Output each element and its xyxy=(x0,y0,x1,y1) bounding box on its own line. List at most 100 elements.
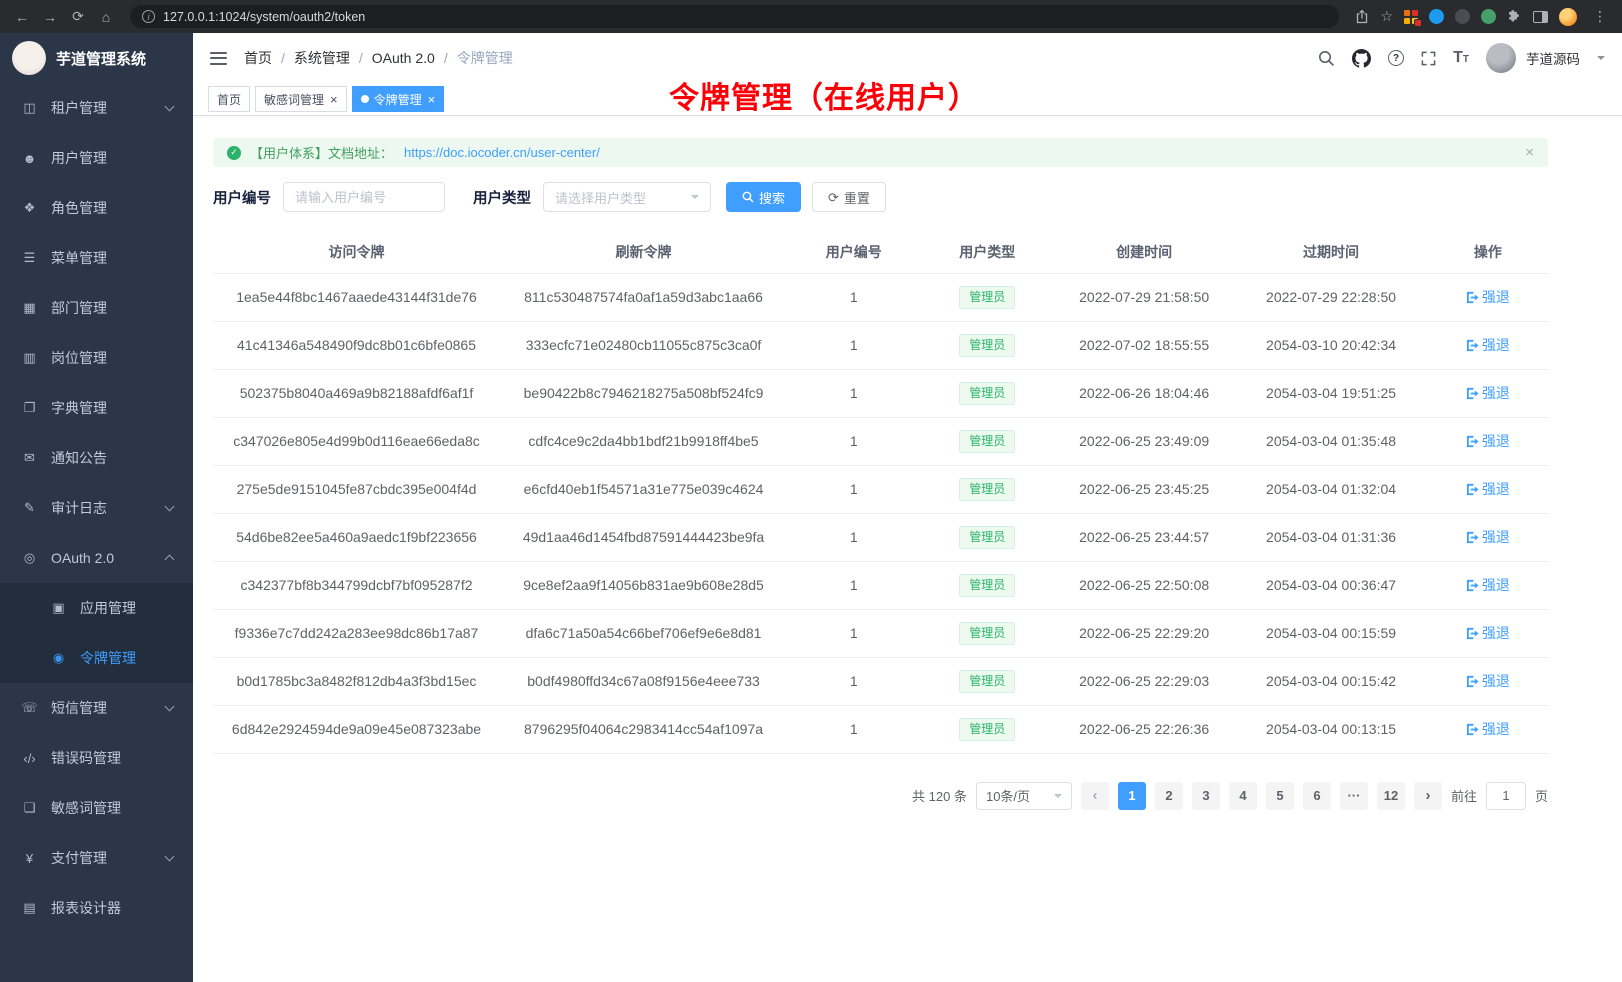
sidebar-item-menu[interactable]: ☰ 菜单管理 xyxy=(0,233,193,283)
user-id-input[interactable] xyxy=(283,182,445,212)
github-icon[interactable] xyxy=(1352,49,1371,68)
page-button-12[interactable]: 12 xyxy=(1377,782,1405,810)
extension-grid-icon[interactable] xyxy=(1404,10,1418,24)
breadcrumb-item[interactable]: 系统管理 xyxy=(294,48,350,68)
bookmark-star-icon[interactable]: ☆ xyxy=(1380,8,1393,25)
active-tab-dot-icon xyxy=(361,95,369,103)
tab-close-icon[interactable]: × xyxy=(330,93,338,106)
forward-button[interactable]: → xyxy=(38,5,62,29)
sidebar-item-sms[interactable]: ☏ 短信管理 xyxy=(0,683,193,733)
fullscreen-icon[interactable] xyxy=(1421,51,1436,66)
chevron-down-icon[interactable] xyxy=(1597,56,1605,64)
department-icon: ▦ xyxy=(21,300,38,316)
share-icon[interactable] xyxy=(1355,9,1369,24)
page-button-1[interactable]: 1 xyxy=(1118,782,1146,810)
force-logout-button[interactable]: 强退 xyxy=(1466,623,1510,643)
tab-home[interactable]: 首页 xyxy=(208,86,250,112)
force-logout-button[interactable]: 强退 xyxy=(1466,431,1510,451)
force-logout-icon xyxy=(1466,627,1479,640)
user-icon: ☻ xyxy=(21,151,38,166)
sidebar-item-user[interactable]: ☻ 用户管理 xyxy=(0,133,193,183)
back-button[interactable]: ← xyxy=(10,5,34,29)
reload-button[interactable]: ⟳ xyxy=(66,5,90,29)
oauth-icon: ◎ xyxy=(21,550,38,566)
sidebar-item-dict[interactable]: ❐ 字典管理 xyxy=(0,383,193,433)
page-button-5[interactable]: 5 xyxy=(1266,782,1294,810)
help-icon[interactable]: ? xyxy=(1388,50,1404,66)
sidebar-toggle-icon[interactable] xyxy=(210,52,227,65)
breadcrumb-item[interactable]: OAuth 2.0 xyxy=(372,50,435,66)
sidebar-item-oauth2-token[interactable]: ◉ 令牌管理 xyxy=(0,633,193,683)
access-token-cell: 41c41346a548490f9dc8b01c6bfe0865 xyxy=(213,321,500,369)
error-code-icon: ‹/› xyxy=(21,751,38,766)
font-size-icon[interactable]: TT xyxy=(1453,50,1469,66)
user-avatar[interactable] xyxy=(1486,43,1516,73)
expire-time-cell: 2054-03-04 00:36:47 xyxy=(1234,561,1428,609)
force-logout-button[interactable]: 强退 xyxy=(1466,287,1510,307)
refresh-icon: ⟳ xyxy=(828,191,839,204)
extension-blue-icon[interactable] xyxy=(1429,9,1444,24)
prev-page-button[interactable]: ‹ xyxy=(1081,782,1109,810)
post-icon: ▥ xyxy=(21,350,38,366)
page-button-3[interactable]: 3 xyxy=(1192,782,1220,810)
sidebar-item-pay[interactable]: ¥ 支付管理 xyxy=(0,833,193,883)
access-token-cell: f9336e7c7dd242a283ee98dc86b17a87 xyxy=(213,609,500,657)
breadcrumb-item[interactable]: 首页 xyxy=(244,48,272,68)
force-logout-button[interactable]: 强退 xyxy=(1466,575,1510,595)
sidebar-item-role[interactable]: ❖ 角色管理 xyxy=(0,183,193,233)
site-info-icon[interactable]: i xyxy=(142,10,155,23)
breadcrumb-item[interactable]: 令牌管理 xyxy=(457,48,513,68)
audit-log-icon: ✎ xyxy=(21,500,38,516)
tab-close-icon[interactable]: × xyxy=(428,93,436,106)
alert-close-icon[interactable]: × xyxy=(1525,144,1534,161)
sensitive-word-icon: ❏ xyxy=(21,800,38,816)
next-page-button[interactable]: › xyxy=(1414,782,1442,810)
extension-dark-icon[interactable] xyxy=(1455,9,1470,24)
sidebar-item-dept[interactable]: ▦ 部门管理 xyxy=(0,283,193,333)
home-button[interactable]: ⌂ xyxy=(94,5,118,29)
sidebar-item-report-designer[interactable]: ▤ 报表设计器 xyxy=(0,883,193,933)
force-logout-button[interactable]: 强退 xyxy=(1466,671,1510,691)
chevron-down-icon xyxy=(165,852,175,862)
address-bar[interactable]: i 127.0.0.1:1024/system/oauth2/token xyxy=(130,5,1339,28)
sidebar-item-post[interactable]: ▥ 岗位管理 xyxy=(0,333,193,383)
reset-button[interactable]: ⟳ 重置 xyxy=(812,182,886,212)
sidebar-item-sensitive-word[interactable]: ❏ 敏感词管理 xyxy=(0,783,193,833)
app-logo-bar[interactable]: 芋道管理系统 xyxy=(0,33,193,83)
search-icon[interactable] xyxy=(1318,50,1335,67)
user-id-cell: 1 xyxy=(787,465,921,513)
tab-sensitive-word[interactable]: 敏感词管理 × xyxy=(255,86,347,112)
page-button-6[interactable]: 6 xyxy=(1303,782,1331,810)
goto-page-input[interactable] xyxy=(1486,782,1526,810)
browser-menu-icon[interactable]: ⋮ xyxy=(1588,5,1612,29)
force-logout-icon xyxy=(1466,339,1479,352)
search-button[interactable]: 搜索 xyxy=(726,182,801,212)
sidebar-item-notice[interactable]: ✉ 通知公告 xyxy=(0,433,193,483)
pagination-total: 共 120 条 xyxy=(912,786,967,805)
sidebar-item-tenant[interactable]: ◫ 租户管理 xyxy=(0,83,193,133)
extension-green-icon[interactable] xyxy=(1481,9,1496,24)
created-time-cell: 2022-06-25 23:49:09 xyxy=(1054,417,1234,465)
tab-token[interactable]: 令牌管理 × xyxy=(352,86,445,112)
force-logout-button[interactable]: 强退 xyxy=(1466,335,1510,355)
page-button-4[interactable]: 4 xyxy=(1229,782,1257,810)
page-size-select[interactable]: 10条/页 xyxy=(976,782,1072,810)
force-logout-button[interactable]: 强退 xyxy=(1466,719,1510,739)
force-logout-button[interactable]: 强退 xyxy=(1466,479,1510,499)
sidebar-item-oauth2[interactable]: ◎ OAuth 2.0 xyxy=(0,533,193,583)
force-logout-button[interactable]: 强退 xyxy=(1466,527,1510,547)
force-logout-button[interactable]: 强退 xyxy=(1466,383,1510,403)
sidebar-item-error-code[interactable]: ‹/› 错误码管理 xyxy=(0,733,193,783)
table-header-row: 访问令牌 刷新令牌 用户编号 用户类型 创建时间 过期时间 操作 xyxy=(213,232,1548,273)
user-type-select[interactable]: 请选择用户类型 xyxy=(543,182,711,212)
extensions-puzzle-icon[interactable] xyxy=(1507,9,1522,24)
goto-suffix: 页 xyxy=(1535,786,1548,805)
side-panel-icon[interactable] xyxy=(1533,11,1548,23)
sidebar-item-oauth2-app[interactable]: ▣ 应用管理 xyxy=(0,583,193,633)
browser-profile-avatar[interactable] xyxy=(1559,8,1577,26)
sidebar-item-audit-log[interactable]: ✎ 审计日志 xyxy=(0,483,193,533)
user-id-cell: 1 xyxy=(787,561,921,609)
doc-link[interactable]: https://doc.iocoder.cn/user-center/ xyxy=(404,145,600,160)
pagination-ellipsis[interactable]: ··· xyxy=(1340,782,1368,810)
page-button-2[interactable]: 2 xyxy=(1155,782,1183,810)
